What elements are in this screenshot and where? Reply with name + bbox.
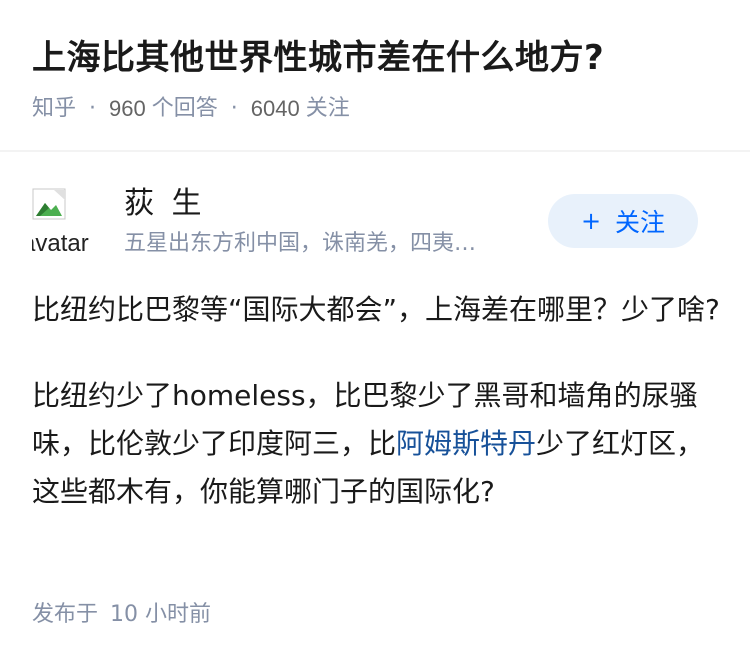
post-time-value: 10 小时前	[110, 602, 212, 627]
post-time: 发布于 10 小时前	[32, 598, 211, 632]
question-title[interactable]: 上海比其他世界性城市差在什么地方?	[32, 34, 722, 82]
avatar[interactable]: avatar	[32, 188, 98, 254]
follow-button-label: 关注	[615, 208, 666, 237]
answer-count: 960	[109, 96, 146, 121]
question-page: 上海比其他世界性城市差在什么地方? 知乎 · 960 个回答 · 6040 关注…	[0, 0, 750, 666]
follow-count: 6040	[250, 96, 300, 121]
answer-paragraph: 比纽约少了homeless，比巴黎少了黑哥和墙角的尿骚味，比伦敦少了印度阿三，比…	[32, 372, 722, 516]
follow-button[interactable]: + 关注	[548, 194, 698, 248]
source-label[interactable]: 知乎	[32, 92, 76, 126]
avatar-alt-text: avatar	[32, 230, 89, 254]
answer-content: 比纽约比巴黎等“国际大都会”，上海差在哪里？少了啥? 比纽约少了homeless…	[32, 286, 722, 554]
answer-count-label: 个回答	[151, 96, 218, 121]
author-bio: 五星出东方利中国，诛南羌，四夷…	[124, 231, 477, 256]
meta-separator: ·	[89, 96, 97, 121]
amsterdam-link[interactable]: 阿姆斯特丹	[396, 427, 536, 460]
meta-separator: ·	[230, 96, 238, 121]
section-divider	[0, 150, 750, 152]
author-info: avatar 荻 生 五星出东方利中国，诛南羌，四夷… + 关注	[32, 182, 722, 262]
post-time-label: 发布于	[32, 602, 99, 627]
plus-icon: +	[580, 207, 602, 235]
broken-image-icon	[32, 188, 66, 220]
follow-count-label: 关注	[305, 96, 350, 121]
author-name[interactable]: 荻 生	[124, 184, 206, 224]
question-meta: 知乎 · 960 个回答 · 6040 关注	[32, 92, 350, 126]
answer-paragraph: 比纽约比巴黎等“国际大都会”，上海差在哪里？少了啥?	[32, 293, 720, 326]
